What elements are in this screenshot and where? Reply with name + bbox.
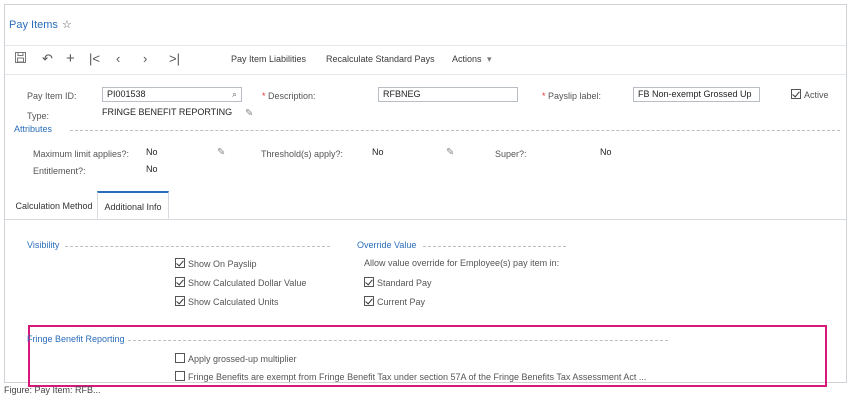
pay-item-id-value: PI001538	[107, 89, 146, 99]
checkbox-checked-icon	[791, 89, 801, 99]
checkbox-checked-icon	[175, 258, 185, 268]
payslip-label-label: * Payslip label:	[542, 91, 602, 101]
super-value: No	[600, 147, 612, 157]
show-on-payslip-checkbox[interactable]: Show On Payslip	[175, 258, 257, 269]
star-outline-icon[interactable]: ☆	[62, 18, 72, 31]
pencil-icon[interactable]: ✎	[245, 108, 253, 119]
threshold-value: No	[372, 147, 384, 157]
add-icon[interactable]: +	[66, 51, 75, 67]
fringe-section-title: Fringe Benefit Reporting	[27, 334, 125, 344]
max-limit-label: Maximum limit applies?:	[33, 149, 130, 159]
max-limit-value: No	[146, 147, 158, 157]
last-record-icon[interactable]: >|	[169, 51, 180, 67]
undo-icon[interactable]: ↶	[42, 51, 53, 67]
page-title: Pay Items	[9, 19, 58, 31]
override-section-title: Override Value	[357, 240, 417, 250]
divider	[423, 246, 566, 247]
pay-item-id-field[interactable]: PI001538 ⌕	[102, 87, 242, 102]
checkbox-unchecked-icon	[175, 371, 185, 381]
save-icon[interactable]	[15, 51, 26, 67]
divider	[70, 130, 840, 131]
active-checkbox[interactable]: Active	[791, 89, 829, 100]
visibility-section-title: Visibility	[27, 240, 60, 250]
search-icon[interactable]: ⌕	[232, 88, 237, 101]
toolbar: ↶ + |< ‹ › >| Pay Item Liabilities Recal…	[5, 45, 846, 75]
standard-pay-checkbox[interactable]: Standard Pay	[364, 277, 432, 288]
checkbox-checked-icon	[364, 296, 374, 306]
checkbox-unchecked-icon	[175, 353, 185, 363]
apply-grossed-up-checkbox[interactable]: Apply grossed-up multiplier	[175, 353, 297, 364]
pay-items-window: Pay Items ☆ ↶ + |< ‹ › >| Pay Item Liabi…	[4, 4, 847, 387]
description-field[interactable]: RFBNEG	[378, 87, 518, 102]
recalculate-standard-pays-button[interactable]: Recalculate Standard Pays	[326, 54, 435, 64]
next-record-icon[interactable]: ›	[143, 51, 147, 67]
actions-menu-button[interactable]: Actions ▾	[452, 54, 492, 65]
previous-record-icon[interactable]: ‹	[116, 51, 120, 67]
type-value: FRINGE BENEFIT REPORTING	[102, 107, 233, 117]
payslip-label-field[interactable]: FB Non-exempt Grossed Up	[633, 87, 760, 102]
super-label: Super?:	[495, 149, 527, 159]
pay-item-liabilities-button[interactable]: Pay Item Liabilities	[231, 54, 306, 64]
show-calculated-units-checkbox[interactable]: Show Calculated Units	[175, 296, 279, 307]
attributes-section-title: Attributes	[14, 124, 53, 134]
checkbox-checked-icon	[364, 277, 374, 287]
pencil-icon[interactable]: ✎	[446, 147, 454, 158]
divider	[128, 340, 668, 341]
first-record-icon[interactable]: |<	[89, 51, 100, 67]
show-calculated-dollar-checkbox[interactable]: Show Calculated Dollar Value	[175, 277, 306, 288]
pay-item-id-label: Pay Item ID:	[27, 91, 77, 101]
chevron-down-icon: ▾	[487, 54, 492, 64]
tab-additional-info[interactable]: Additional Info	[97, 191, 169, 219]
type-label: Type:	[27, 111, 50, 121]
description-label: * Description:	[262, 91, 316, 101]
checkbox-checked-icon	[175, 277, 185, 287]
actions-label: Actions	[452, 54, 482, 64]
tab-calculation-method[interactable]: Calculation Method	[10, 192, 98, 220]
pencil-icon[interactable]: ✎	[217, 147, 225, 158]
entitlement-label: Entitlement?:	[33, 166, 86, 176]
fringe-exempt-checkbox[interactable]: Fringe Benefits are exempt from Fringe B…	[175, 371, 646, 382]
threshold-label: Threshold(s) apply?:	[261, 149, 344, 159]
entitlement-value: No	[146, 164, 158, 174]
override-description: Allow value override for Employee(s) pay…	[364, 258, 560, 268]
current-pay-checkbox[interactable]: Current Pay	[364, 296, 425, 307]
checkbox-checked-icon	[175, 296, 185, 306]
divider	[65, 246, 330, 247]
